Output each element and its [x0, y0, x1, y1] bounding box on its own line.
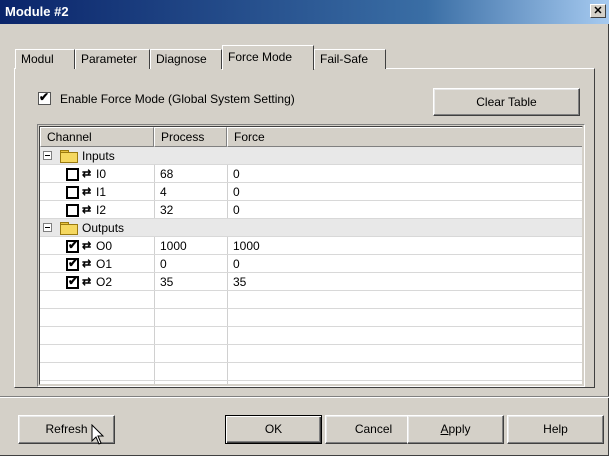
channel-checkbox[interactable]: [66, 204, 79, 217]
check-icon: ✔: [68, 238, 79, 252]
force-value[interactable]: 0: [233, 165, 240, 182]
folder-icon: [60, 222, 78, 235]
table-row[interactable]: ⇄ I2 32 0: [40, 201, 582, 219]
tab-modul[interactable]: Modul: [15, 49, 75, 69]
tab-force-mode[interactable]: Force Mode: [222, 45, 314, 70]
group-row-outputs[interactable]: Outputs: [40, 219, 582, 237]
empty-row: [40, 345, 582, 363]
tab-label: Diagnose: [156, 52, 207, 66]
table-row[interactable]: ⇄ I0 68 0: [40, 165, 582, 183]
table-header: Channel Process Force: [40, 127, 582, 147]
column-header-channel[interactable]: Channel: [40, 127, 154, 147]
clear-table-button[interactable]: Clear Table: [433, 88, 580, 116]
swap-arrows-icon: ⇄: [82, 276, 92, 288]
table-row[interactable]: ⇄ I1 4 0: [40, 183, 582, 201]
collapse-icon[interactable]: [43, 151, 52, 160]
tab-label: Parameter: [81, 52, 138, 66]
force-table: Channel Process Force Inputs ⇄ I0 68 0 ⇄…: [37, 124, 585, 387]
channel-name: O2: [96, 275, 113, 289]
force-value[interactable]: 35: [233, 273, 246, 290]
enable-force-mode-checkbox[interactable]: ✔: [38, 90, 51, 105]
force-value[interactable]: 0: [233, 183, 240, 200]
help-button[interactable]: Help: [507, 415, 604, 444]
window-title: Module #2: [5, 4, 69, 19]
table-row[interactable]: ✔ ⇄ O1 0 0: [40, 255, 582, 273]
channel-checkbox[interactable]: ✔: [66, 274, 79, 289]
close-button[interactable]: ✕: [590, 4, 606, 18]
empty-row: [40, 363, 582, 381]
force-value[interactable]: 0: [233, 255, 240, 272]
title-bar[interactable]: Module #2 ✕: [0, 0, 609, 24]
process-value: 1000: [160, 239, 187, 253]
swap-arrows-icon: ⇄: [82, 168, 92, 180]
channel-name: O1: [96, 257, 113, 271]
table-row[interactable]: ✔ ⇄ O0 1000 1000: [40, 237, 582, 255]
process-value: 4: [160, 185, 167, 199]
empty-row: [40, 327, 582, 345]
column-header-force[interactable]: Force: [227, 127, 582, 147]
channel-name: I0: [96, 167, 107, 181]
tab-diagnose[interactable]: Diagnose: [150, 49, 222, 69]
tab-label: Force Mode: [228, 50, 293, 64]
channel-checkbox[interactable]: ✔: [66, 256, 79, 271]
force-value[interactable]: 0: [233, 201, 240, 218]
footer-separator: [0, 396, 609, 398]
channel-checkbox[interactable]: [66, 168, 79, 181]
process-value: 0: [160, 257, 167, 271]
channel-name: I2: [96, 203, 107, 217]
enable-force-mode-label: Enable Force Mode (Global System Setting…: [60, 92, 295, 106]
swap-arrows-icon: ⇄: [82, 258, 92, 270]
tab-fail-safe[interactable]: Fail-Safe: [314, 49, 386, 69]
apply-label-rest: pply: [448, 422, 471, 436]
swap-arrows-icon: ⇄: [82, 186, 92, 198]
process-value: 68: [160, 167, 174, 181]
table-row[interactable]: ✔ ⇄ O2 35 35: [40, 273, 582, 291]
group-row-inputs[interactable]: Inputs: [40, 147, 582, 165]
process-value: 32: [160, 203, 174, 217]
group-label: Inputs: [82, 149, 115, 163]
apply-mnemonic: A: [440, 422, 449, 436]
force-value[interactable]: 1000: [233, 237, 260, 254]
ok-button[interactable]: OK: [225, 415, 322, 444]
channel-name: O0: [96, 239, 113, 253]
column-header-process[interactable]: Process: [154, 127, 227, 147]
tab-parameter[interactable]: Parameter: [75, 49, 150, 69]
swap-arrows-icon: ⇄: [82, 204, 92, 216]
mouse-cursor-icon: [91, 424, 105, 445]
close-icon: ✕: [593, 5, 603, 17]
check-icon: ✔: [39, 90, 50, 104]
folder-icon: [60, 150, 78, 163]
process-value: 35: [160, 275, 174, 289]
check-icon: ✔: [68, 256, 79, 270]
tab-label: Fail-Safe: [320, 52, 369, 66]
tab-label: Modul: [21, 52, 54, 66]
apply-button[interactable]: Apply: [407, 415, 504, 444]
empty-row: [40, 291, 582, 309]
empty-row: [40, 309, 582, 327]
swap-arrows-icon: ⇄: [82, 240, 92, 252]
force-table-body: Channel Process Force Inputs ⇄ I0 68 0 ⇄…: [39, 126, 583, 385]
collapse-icon[interactable]: [43, 223, 52, 232]
channel-checkbox[interactable]: ✔: [66, 238, 79, 253]
channel-name: I1: [96, 185, 107, 199]
group-label: Outputs: [82, 221, 125, 235]
module-dialog: Module #2 ✕ Modul Parameter Diagnose For…: [0, 0, 609, 456]
check-icon: ✔: [68, 274, 79, 288]
channel-checkbox[interactable]: [66, 186, 79, 199]
